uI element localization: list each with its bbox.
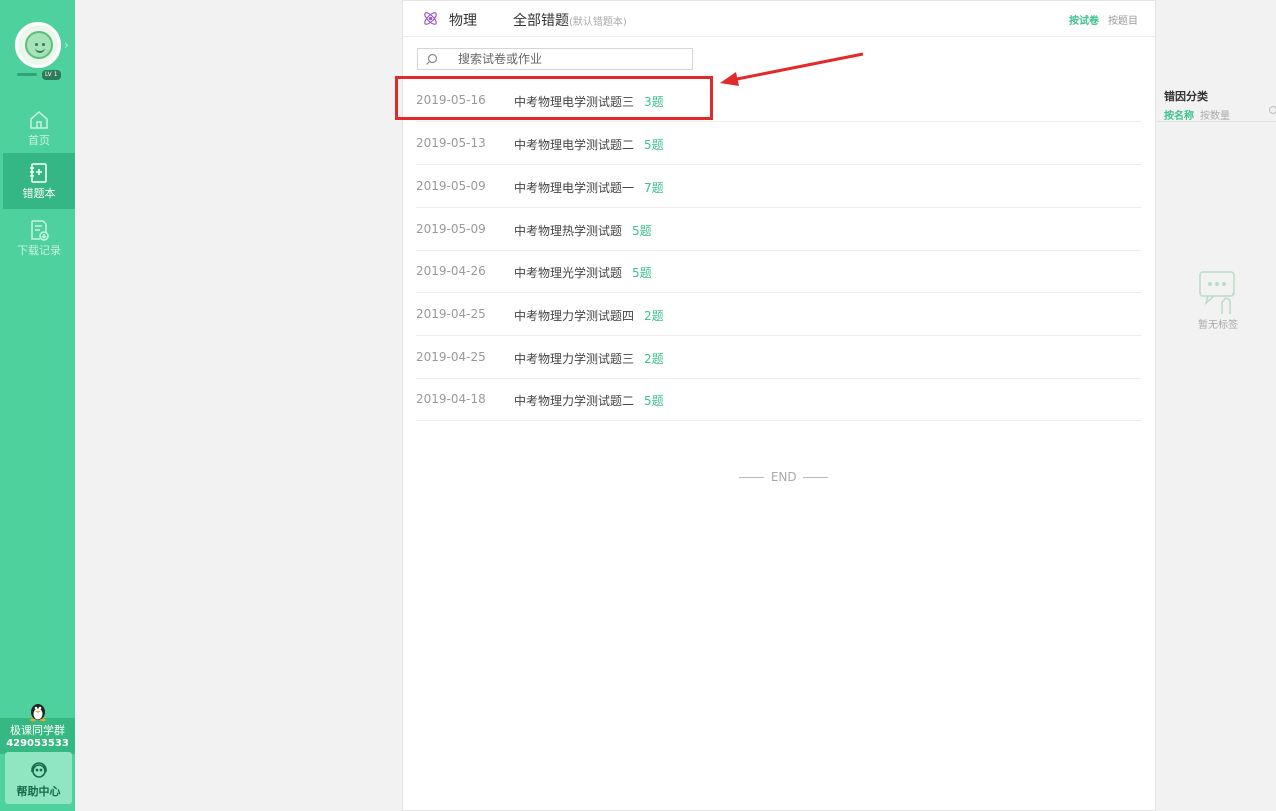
nav-label: 下载记录	[17, 244, 61, 257]
paper-title-text: 中考物理力学测试题四	[514, 309, 635, 323]
paper-title: 中考物理热学测试题 5题	[514, 222, 652, 239]
paper-count: 5题	[644, 394, 664, 408]
paper-count: 5题	[632, 224, 652, 238]
divider	[739, 477, 764, 478]
qq-group[interactable]: 极课同学群 429053533	[0, 700, 75, 754]
paper-row[interactable]: 2019-05-09 中考物理电学测试题一 7题	[416, 165, 1141, 208]
sort-by-paper-tab[interactable]: 按试卷	[1069, 12, 1099, 27]
nav-item-home[interactable]: 首页	[3, 100, 75, 156]
paper-count: 2题	[644, 309, 664, 323]
highlight-box	[395, 76, 713, 120]
search-icon	[426, 53, 438, 65]
divider	[803, 477, 829, 478]
empty-state-text: 暂无标签	[1198, 320, 1238, 331]
paper-count: 5题	[644, 138, 664, 152]
tab-by-count[interactable]: 按数量	[1200, 107, 1230, 122]
chevron-right-icon[interactable]: ›	[64, 38, 69, 52]
download-record-icon	[31, 220, 49, 241]
page-title: 全部错题(默认错题本)	[513, 10, 627, 30]
search-box[interactable]	[417, 48, 693, 70]
nav-label: 首页	[28, 134, 50, 147]
paper-date: 2019-05-09	[416, 179, 486, 193]
nav-item-download-record[interactable]: 下载记录	[3, 210, 75, 266]
sidebar: › LV 1 首页 错题本 下载记录 极课同学群 429053533 帮助中心	[0, 0, 75, 811]
tab-by-name[interactable]: 按名称	[1164, 107, 1194, 122]
paper-title: 中考物理力学测试题四 2题	[514, 307, 664, 324]
page-subtitle: (默认错题本)	[569, 17, 627, 28]
paper-title-text: 中考物理光学测试题	[514, 266, 623, 280]
home-icon	[30, 111, 48, 129]
paper-title: 中考物理力学测试题二 5题	[514, 392, 664, 409]
atom-icon	[424, 12, 437, 25]
sort-by-question-tab[interactable]: 按题目	[1108, 12, 1138, 27]
qq-group-number: 429053533	[6, 738, 69, 749]
paper-row[interactable]: 2019-04-25 中考物理力学测试题三 2题	[416, 336, 1141, 379]
notebook-icon	[30, 163, 47, 183]
paper-count: 2题	[644, 352, 664, 366]
paper-row[interactable]: 2019-05-13 中考物理电学测试题二 5题	[416, 122, 1141, 165]
paper-title: 中考物理光学测试题 5题	[514, 264, 652, 281]
divider	[1157, 121, 1276, 122]
paper-title: 中考物理电学测试题一 7题	[514, 179, 664, 196]
search-input[interactable]	[458, 51, 678, 67]
paper-title-text: 中考物理力学测试题三	[514, 352, 635, 366]
level-badge: LV 1	[42, 70, 61, 80]
paper-row[interactable]: 2019-04-26 中考物理光学测试题 5题	[416, 250, 1141, 293]
customer-service-icon	[30, 762, 47, 778]
paper-date: 2019-04-25	[416, 307, 486, 321]
paper-title: 中考物理力学测试题三 2题	[514, 350, 664, 367]
empty-tag-icon	[1199, 271, 1235, 314]
level-progress-bar	[17, 73, 37, 76]
paper-title-text: 中考物理电学测试题一	[514, 181, 635, 195]
paper-row[interactable]: 2019-04-18 中考物理力学测试题二 5题	[416, 378, 1141, 421]
paper-title: 中考物理电学测试题二 5题	[514, 136, 664, 153]
nav-label: 错题本	[22, 187, 56, 200]
paper-count: 7题	[644, 181, 664, 195]
avatar[interactable]	[15, 22, 61, 68]
end-text: END	[770, 470, 797, 484]
paper-row[interactable]: 2019-04-25 中考物理力学测试题四 2题	[416, 293, 1141, 336]
paper-title-text: 中考物理力学测试题二	[514, 394, 635, 408]
header: 物理 全部错题(默认错题本) 按试卷 按题目	[403, 1, 1155, 37]
settings-icon[interactable]	[1269, 106, 1276, 114]
paper-title-text: 中考物理热学测试题	[514, 224, 623, 238]
help-center-button[interactable]: 帮助中心	[5, 752, 72, 804]
paper-date: 2019-05-09	[416, 222, 486, 236]
qq-group-name: 极课同学群	[10, 724, 65, 737]
paper-row[interactable]: 2019-05-09 中考物理热学测试题 5题	[416, 208, 1141, 251]
paper-date: 2019-04-26	[416, 264, 486, 278]
paper-date: 2019-05-13	[416, 136, 486, 150]
paper-title-text: 中考物理电学测试题二	[514, 138, 635, 152]
help-center-label: 帮助中心	[16, 785, 61, 798]
arrow-annotation	[720, 52, 864, 86]
paper-date: 2019-04-18	[416, 392, 486, 406]
list-end-marker: END	[736, 470, 831, 484]
right-panel: 错因分类 按名称 按数量 暂无标签	[1157, 0, 1276, 811]
nav-item-notebook[interactable]: 错题本	[3, 153, 75, 209]
page-title-text: 全部错题	[513, 13, 569, 29]
main-panel: 物理 全部错题(默认错题本) 按试卷 按题目 2019-05-16 中考物理电学…	[402, 0, 1156, 811]
subject-name[interactable]: 物理	[449, 10, 477, 30]
error-category-title: 错因分类	[1164, 90, 1208, 103]
paper-count: 5题	[632, 266, 652, 280]
paper-date: 2019-04-25	[416, 350, 486, 364]
